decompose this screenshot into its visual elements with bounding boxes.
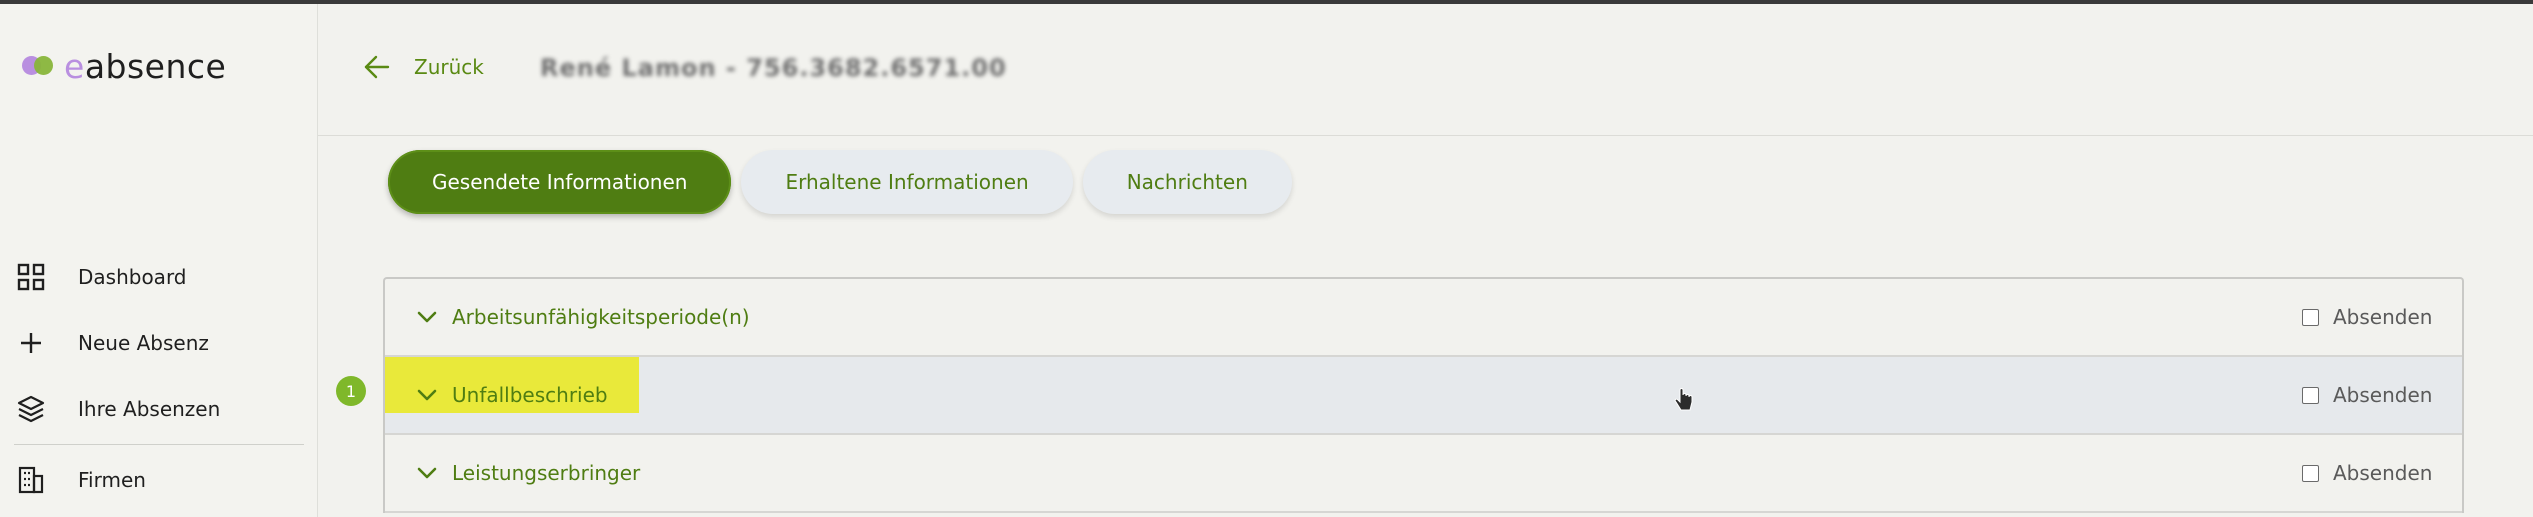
accordion-row-leistungserbringer[interactable]: Leistungserbringer Absenden <box>385 435 2462 513</box>
sidebar-item-dashboard[interactable]: Dashboard <box>14 244 304 310</box>
accordion-row-arbeitsunfaehigkeit[interactable]: Arbeitsunfähigkeitsperiode(n) Absenden <box>385 279 2462 357</box>
sidebar-item-neue-absenz[interactable]: Neue Absenz <box>14 310 304 376</box>
section-label: Arbeitsunfähigkeitsperiode(n) <box>452 305 750 329</box>
layers-icon <box>14 392 48 426</box>
sidebar: eabsence Dashboard Neue Absenz Ihre Abse… <box>0 4 318 517</box>
sidebar-divider <box>14 444 304 445</box>
tab-nachrichten[interactable]: Nachrichten <box>1082 150 1292 214</box>
checkbox-icon[interactable] <box>2302 308 2319 326</box>
arrow-left-icon <box>364 55 390 79</box>
sidebar-item-label: Dashboard <box>78 265 187 289</box>
accordion-row-unfallbeschrieb[interactable]: Unfallbeschrieb Absenden <box>385 357 2462 435</box>
app-logo[interactable]: eabsence <box>22 42 226 90</box>
section-label: Unfallbeschrieb <box>452 383 608 407</box>
sidebar-item-label: Neue Absenz <box>78 331 209 355</box>
checkbox-icon[interactable] <box>2302 386 2319 404</box>
step-badge: 1 <box>336 376 366 406</box>
chevron-down-icon <box>417 389 437 401</box>
sidebar-item-label: Ihre Absenzen <box>78 397 221 421</box>
chevron-down-icon <box>417 467 437 479</box>
tab-erhaltene-informationen[interactable]: Erhaltene Informationen <box>741 150 1073 214</box>
sidebar-item-firmen[interactable]: Firmen <box>14 447 304 513</box>
page-header: Zurück René Lamon - 756.3682.6571.00 <box>318 4 2533 136</box>
tab-bar: Gesendete Informationen Erhaltene Inform… <box>388 150 1292 214</box>
send-checkbox[interactable]: Absenden <box>2302 461 2462 485</box>
send-label: Absenden <box>2333 383 2433 407</box>
sidebar-item-ihre-absenzen[interactable]: Ihre Absenzen <box>14 376 304 442</box>
send-label: Absenden <box>2333 305 2433 329</box>
person-title: René Lamon - 756.3682.6571.00 <box>540 54 1007 82</box>
chevron-down-icon <box>417 311 437 323</box>
checkbox-icon[interactable] <box>2302 464 2319 482</box>
send-checkbox[interactable]: Absenden <box>2302 305 2462 329</box>
grid-icon <box>14 260 48 294</box>
back-link[interactable]: Zurück <box>362 52 484 82</box>
sidebar-nav: Dashboard Neue Absenz Ihre Absenzen Firm… <box>14 244 304 513</box>
building-icon <box>14 463 48 497</box>
plus-icon <box>14 326 48 360</box>
logo-mark-icon <box>22 56 56 76</box>
tab-gesendete-informationen[interactable]: Gesendete Informationen <box>388 150 732 214</box>
send-checkbox[interactable]: Absenden <box>2302 383 2462 407</box>
logo-text: eabsence <box>64 46 227 86</box>
send-label: Absenden <box>2333 461 2433 485</box>
sidebar-item-label: Firmen <box>78 468 146 492</box>
back-label: Zurück <box>414 55 484 79</box>
hand-cursor-icon <box>1674 388 1693 411</box>
section-label: Leistungserbringer <box>452 461 641 485</box>
sections-accordion: Arbeitsunfähigkeitsperiode(n) Absenden U… <box>383 277 2464 513</box>
